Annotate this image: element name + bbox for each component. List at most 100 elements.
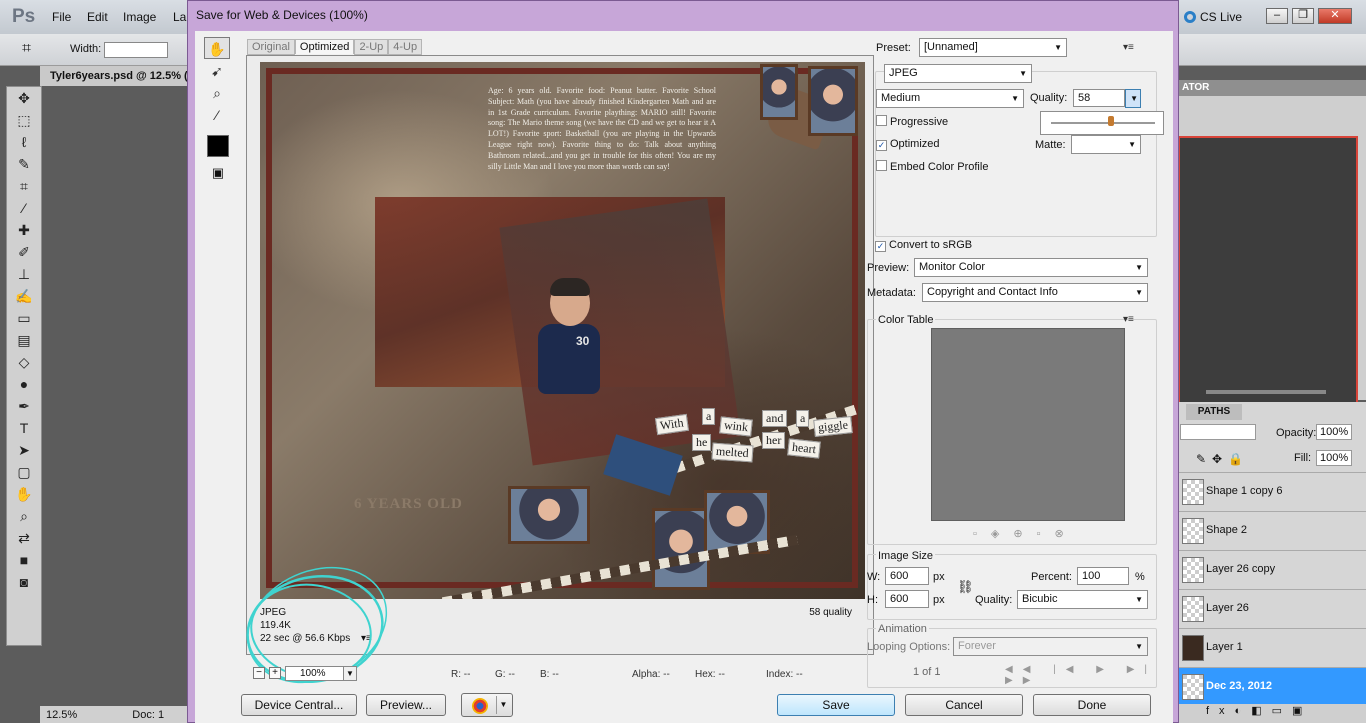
paths-tab[interactable]: PATHS [1186, 404, 1242, 420]
chevron-down-icon[interactable]: ▼ [496, 696, 510, 714]
chevron-down-icon: ▼ [1135, 288, 1143, 297]
type-tool-icon[interactable]: T [7, 417, 41, 439]
eyedropper-tool-icon[interactable]: ⁄ [204, 103, 230, 125]
animation-playback-icons[interactable]: ◀◀ |◀ ▶ ▶| ▶▶ [1005, 664, 1165, 686]
tab-optimized[interactable]: Optimized [294, 39, 355, 54]
menu-edit[interactable]: Edit [87, 10, 108, 24]
lock-icons[interactable]: ✎✥🔒 [1196, 452, 1249, 466]
document-tab[interactable]: Tyler6years.psd @ 12.5% ( [40, 66, 200, 86]
eraser-tool-icon[interactable]: ▭ [7, 307, 41, 329]
photo-top-right [808, 66, 858, 136]
layer-row-selected[interactable]: Dec 23, 2012 [1176, 667, 1366, 706]
preset-select[interactable]: [Unnamed] ▼ [919, 38, 1067, 57]
compression-quality-select[interactable]: Medium ▼ [876, 89, 1024, 108]
embed-color-profile-checkbox[interactable]: Embed Color Profile [876, 160, 988, 173]
stamp-tool-icon[interactable]: ⊥ [7, 263, 41, 285]
zoom-in-button[interactable]: + [269, 667, 281, 679]
color-table-swatches[interactable] [931, 328, 1125, 521]
path-select-icon[interactable]: ➤ [7, 439, 41, 461]
looping-options-select[interactable]: Forever ▼ [953, 637, 1148, 656]
lasso-tool-icon[interactable]: ℓ [7, 131, 41, 153]
tab-4-up[interactable]: 4-Up [388, 39, 423, 55]
constrain-proportions-link-icon[interactable]: ⛓ [957, 579, 974, 595]
image-width-field[interactable]: 600 [885, 567, 929, 585]
optimize-menu-icon[interactable]: ▾≡ [1123, 42, 1134, 53]
navigator-panel: ATOR [1176, 80, 1366, 424]
crop-icon[interactable]: ⌗ [22, 40, 31, 58]
eyedropper-color-swatch[interactable] [207, 135, 229, 157]
swap-colors-icon[interactable]: ⇄ [7, 527, 41, 549]
color-table-action-icons[interactable]: ▫◈⊕▫⊗ [973, 527, 1078, 540]
dark-paper-layer [499, 198, 741, 466]
blend-mode-select[interactable] [1180, 424, 1256, 440]
dodge-tool-icon[interactable]: ● [7, 373, 41, 395]
cs-live[interactable]: CS Live [1184, 10, 1242, 24]
quick-select-tool-icon[interactable]: ✎ [7, 153, 41, 175]
zoom-level-field[interactable]: 100% [285, 666, 351, 681]
menu-file[interactable]: File [52, 10, 71, 24]
hand-tool-icon[interactable]: ✋ [7, 483, 41, 505]
quality-field[interactable]: 58 [1073, 89, 1125, 107]
optimized-checkbox[interactable]: ✓ Optimized [876, 138, 940, 151]
tab-original[interactable]: Original [247, 39, 295, 55]
eyedropper-tool-icon[interactable]: ⁄ [7, 197, 41, 219]
fill-field[interactable]: 100% [1316, 450, 1352, 466]
menu-image[interactable]: Image [123, 10, 156, 24]
file-format-select[interactable]: JPEG ▼ [884, 64, 1032, 83]
crop-tool-icon[interactable]: ⌗ [7, 175, 41, 197]
foreground-color-swatch[interactable]: ■ [7, 549, 41, 571]
blur-tool-icon[interactable]: ◇ [7, 351, 41, 373]
device-central-button[interactable]: Device Central... [241, 694, 357, 716]
layer-row[interactable]: Shape 1 copy 6 [1176, 472, 1366, 511]
hand-tool-icon[interactable]: ✋ [204, 37, 230, 59]
width-field[interactable] [104, 42, 168, 58]
layer-row[interactable]: Layer 1 [1176, 628, 1366, 667]
tab-2-up[interactable]: 2-Up [354, 39, 389, 55]
brush-tool-icon[interactable]: ✐ [7, 241, 41, 263]
navigator-tab[interactable]: ATOR [1176, 80, 1366, 96]
progressive-checkbox[interactable]: Progressive [876, 115, 948, 128]
layer-row[interactable]: Layer 26 [1176, 589, 1366, 628]
layers-footer-icons[interactable]: fx◐◧▭▣ [1176, 704, 1366, 723]
quality-slider-popup[interactable] [1040, 111, 1164, 135]
percent-field[interactable]: 100 [1077, 567, 1129, 585]
shape-tool-icon[interactable]: ▢ [7, 461, 41, 483]
resample-quality-select[interactable]: Bicubic ▼ [1017, 590, 1148, 609]
opacity-field[interactable]: 100% [1316, 424, 1352, 440]
gradient-tool-icon[interactable]: ▤ [7, 329, 41, 351]
layer-row[interactable]: Layer 26 copy [1176, 550, 1366, 589]
optimized-preview-image[interactable]: Age: 6 years old. Favorite food: Peanut … [260, 62, 865, 599]
healing-tool-icon[interactable]: ✚ [7, 219, 41, 241]
zoom-dropdown-arrow[interactable]: ▼ [343, 666, 357, 681]
preview-in-browser-button[interactable]: ▼ [461, 693, 513, 717]
menu-layer[interactable]: La [173, 10, 186, 24]
move-tool-icon[interactable]: ✥ [7, 87, 41, 109]
zoom-tool-icon[interactable]: ⌕ [204, 81, 230, 103]
toggle-slices-icon[interactable]: ▣ [206, 165, 230, 185]
slice-select-tool-icon[interactable]: ➹ [204, 59, 230, 81]
status-zoom[interactable]: 12.5% [46, 709, 77, 721]
color-table-menu-icon[interactable]: ▾≡ [1123, 314, 1134, 325]
image-height-field[interactable]: 600 [885, 590, 929, 608]
preview-button[interactable]: Preview... [366, 694, 446, 716]
pen-tool-icon[interactable]: ✒ [7, 395, 41, 417]
history-brush-icon[interactable]: ✍ [7, 285, 41, 307]
preview-mode-select[interactable]: Monitor Color ▼ [914, 258, 1148, 277]
navigator-preview[interactable] [1178, 136, 1358, 424]
quick-mask-icon[interactable]: ◙ [7, 571, 41, 593]
convert-srgb-checkbox[interactable]: ✓ Convert to sRGB [875, 239, 972, 252]
maximize-button[interactable]: ❐ [1292, 8, 1314, 24]
metadata-select[interactable]: Copyright and Contact Info ▼ [922, 283, 1148, 302]
zoom-tool-icon[interactable]: ⌕ [7, 505, 41, 527]
layer-row[interactable]: Shape 2 [1176, 511, 1366, 550]
quality-slider-toggle[interactable]: ▼ [1125, 89, 1141, 108]
matte-select[interactable]: ▼ [1071, 135, 1141, 154]
marquee-tool-icon[interactable]: ⬚ [7, 109, 41, 131]
navigator-zoom-slider[interactable] [1206, 390, 1326, 394]
layer-thumbnail [1182, 596, 1204, 622]
quality-slider-thumb[interactable] [1108, 116, 1115, 126]
zoom-out-button[interactable]: − [253, 667, 265, 679]
looping-options-value: Forever [958, 640, 996, 652]
minimize-button[interactable]: – [1266, 8, 1288, 24]
close-button[interactable]: ✕ [1318, 8, 1352, 24]
